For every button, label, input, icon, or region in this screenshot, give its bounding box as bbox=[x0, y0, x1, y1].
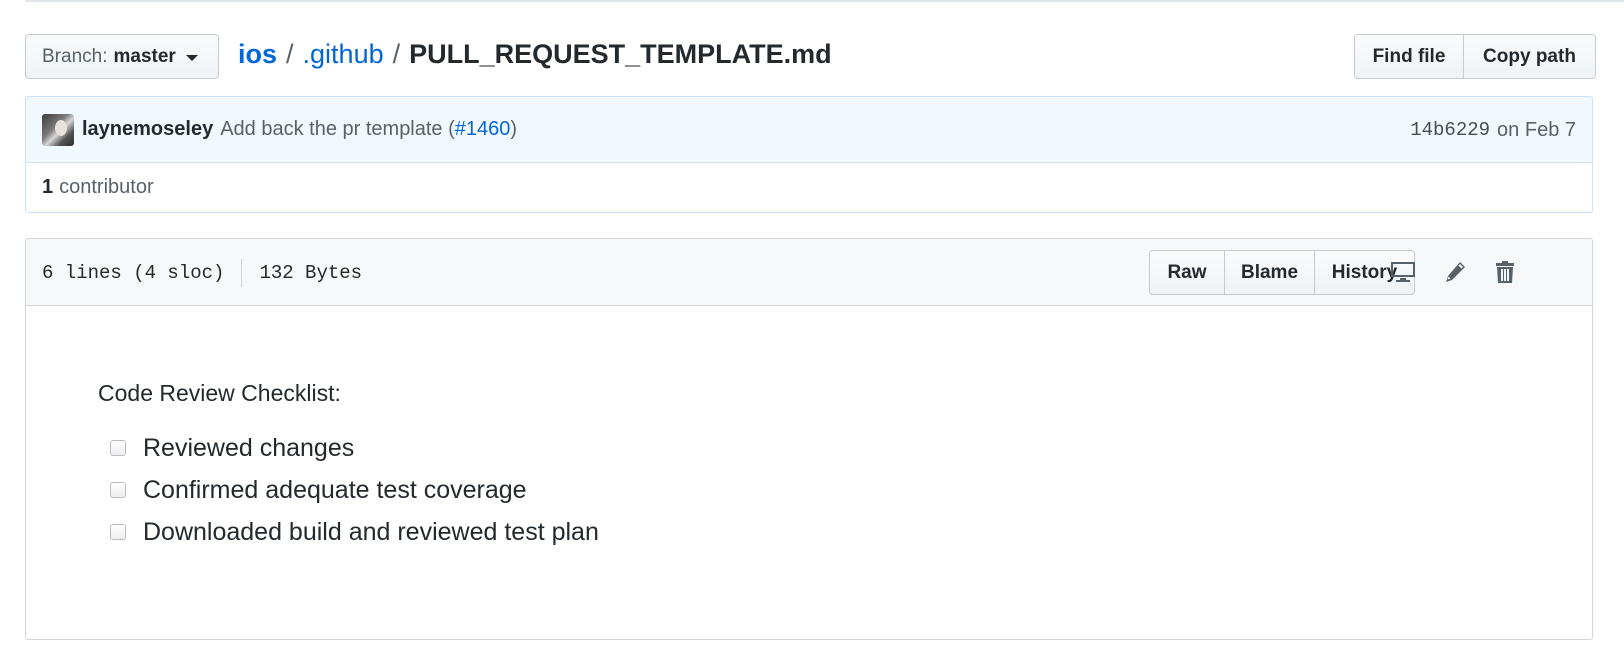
find-file-button[interactable]: Find file bbox=[1355, 35, 1463, 78]
branch-label: Branch: bbox=[42, 45, 108, 67]
task-list-item: Reviewed changes bbox=[98, 427, 1592, 469]
commit-message[interactable]: Add back the pr template (#1460) bbox=[220, 118, 517, 141]
pull-request-link[interactable]: #1460 bbox=[455, 118, 511, 140]
commit-message-text: Add back the pr template ( bbox=[220, 118, 455, 140]
pencil-icon bbox=[1446, 262, 1465, 282]
top-divider bbox=[25, 0, 1624, 2]
breadcrumb-separator: / bbox=[286, 38, 294, 69]
raw-button[interactable]: Raw bbox=[1150, 251, 1224, 294]
task-label: Downloaded build and reviewed test plan bbox=[143, 517, 599, 546]
breadcrumb-file-name: PULL_REQUEST_TEMPLATE.md bbox=[409, 38, 832, 69]
task-list-item: Downloaded build and reviewed test plan bbox=[98, 511, 1592, 553]
commit-tease: laynemoseley Add back the pr template (#… bbox=[25, 96, 1593, 213]
contributors-row[interactable]: 1 contributor bbox=[26, 163, 1592, 212]
commit-date: on Feb 7 bbox=[1497, 118, 1576, 141]
file-info: 6 lines (4 sloc) 132 Bytes bbox=[42, 239, 362, 306]
file-size: 132 Bytes bbox=[259, 261, 363, 284]
avatar[interactable] bbox=[42, 113, 74, 146]
blame-button[interactable]: Blame bbox=[1224, 251, 1314, 294]
contributor-count: 1 bbox=[42, 176, 54, 198]
latest-commit-row: laynemoseley Add back the pr template (#… bbox=[26, 97, 1592, 163]
breadcrumb-separator: / bbox=[392, 38, 401, 69]
file-content: Code Review Checklist: Reviewed changes … bbox=[26, 306, 1592, 553]
file-actions: Raw Blame History bbox=[1149, 250, 1415, 295]
caret-down-icon bbox=[185, 54, 198, 61]
copy-path-button[interactable]: Copy path bbox=[1463, 35, 1595, 78]
delete-file-button[interactable] bbox=[1488, 255, 1522, 289]
branch-value: master bbox=[113, 45, 176, 67]
commit-author-link[interactable]: laynemoseley bbox=[82, 118, 213, 141]
edit-file-button[interactable] bbox=[1438, 255, 1472, 289]
breadcrumb-folder-link[interactable]: .github bbox=[303, 39, 384, 70]
branch-select-button[interactable]: Branch: master bbox=[25, 34, 219, 79]
task-checkbox[interactable] bbox=[110, 482, 126, 498]
file-line-count: 6 lines (4 sloc) bbox=[42, 261, 225, 284]
file-box: 6 lines (4 sloc) 132 Bytes Raw Blame His… bbox=[25, 238, 1593, 640]
commit-meta: 14b6229 on Feb 7 bbox=[1410, 97, 1576, 163]
breadcrumb-repo-link[interactable]: ios bbox=[238, 39, 277, 70]
task-label: Confirmed adequate test coverage bbox=[143, 475, 527, 504]
desktop-icon bbox=[1391, 262, 1415, 282]
file-nav-buttons: Find file Copy path bbox=[1354, 34, 1596, 79]
commit-sha-link[interactable]: 14b6229 bbox=[1410, 119, 1490, 141]
breadcrumb: ios / .github / PULL_REQUEST_TEMPLATE.md bbox=[238, 34, 832, 74]
commit-message-suffix: ) bbox=[510, 118, 518, 140]
file-header: 6 lines (4 sloc) 132 Bytes Raw Blame His… bbox=[26, 239, 1592, 306]
task-label: Reviewed changes bbox=[143, 433, 355, 462]
file-info-divider bbox=[241, 258, 243, 287]
contributor-label: contributor bbox=[59, 176, 154, 198]
trashcan-icon bbox=[1496, 261, 1514, 283]
checklist-title: Code Review Checklist: bbox=[98, 380, 341, 406]
open-desktop-button[interactable] bbox=[1386, 255, 1420, 289]
task-checkbox[interactable] bbox=[110, 524, 126, 540]
task-list-item: Confirmed adequate test coverage bbox=[98, 469, 1592, 511]
task-checkbox[interactable] bbox=[110, 440, 126, 456]
